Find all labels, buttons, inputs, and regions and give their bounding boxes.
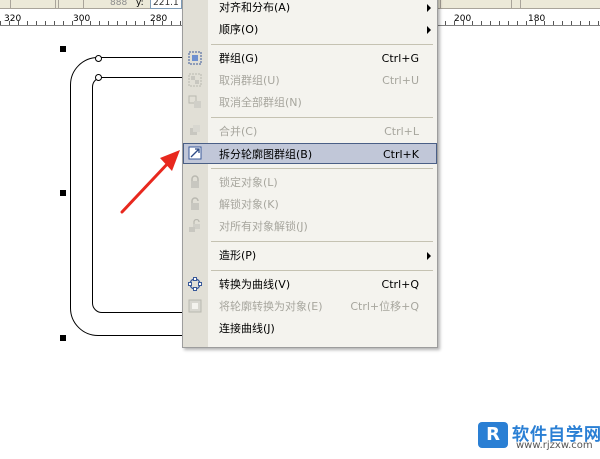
submenu-arrow-icon [427,4,431,12]
menu-item-shortcut: Ctrl+Q [381,278,419,291]
menu-item-join-curves[interactable]: 连接曲线(J) [183,318,437,339]
ruler-ticks [0,21,182,25]
menu-item-shaping[interactable]: 造形(P) [183,245,437,266]
menu-item-label: 造形(P) [219,249,257,262]
context-menu: 对齐和分布(A) 顺序(O) 群组(G) Ctrl+G 取消群组(U) Ctrl… [182,0,438,348]
ungroup-all-icon [188,95,201,108]
menu-item-label: 取消群组(U) [219,74,280,87]
watermark-url: www.rjzxw.com [516,440,593,451]
group-icon [188,51,202,65]
menu-separator [211,44,433,45]
menu-item-order[interactable]: 顺序(O) [183,19,437,40]
unlock-icon [191,197,199,210]
menu-item-label: 取消全部群组(N) [219,96,302,109]
submenu-arrow-icon [427,26,431,34]
horizontal-ruler-right: 200 180 [436,9,600,26]
y-label: y: [136,0,144,8]
menu-item-label: 解锁对象(K) [219,198,279,211]
menu-item-shortcut: Ctrl+K [382,148,419,161]
menu-item-shortcut: Ctrl+位移+Q [350,300,419,313]
menu-separator [211,241,433,242]
unlock-all-icon [189,219,200,232]
menu-item-label: 将轮廓转换为对象(E) [219,300,323,313]
break-apart-icon [188,146,202,160]
outline-node[interactable] [95,74,102,81]
menu-item-shortcut: Ctrl+U [382,74,419,87]
selection-handle-top-left[interactable] [60,46,66,52]
ungroup-icon [188,73,202,87]
menu-item-shortcut: Ctrl+G [381,52,419,65]
menu-item-break-contour-group[interactable]: 拆分轮廓图群组(B) Ctrl+K [183,143,437,164]
property-field-far-right[interactable] [520,0,600,9]
ruler-ticks [436,21,600,25]
horizontal-ruler-left: 320 300 280 [0,9,182,26]
combine-icon [190,125,200,135]
menu-item-align-distribute[interactable]: 对齐和分布(A) [183,0,437,18]
y-position-input[interactable]: 221.1 [150,0,182,9]
menu-item-combine[interactable]: 合并(C) Ctrl+L [183,121,437,142]
menu-item-label: 拆分轮廓图群组(B) [219,148,313,161]
menu-item-group[interactable]: 群组(G) Ctrl+G [183,48,437,69]
property-field-right[interactable] [440,0,512,9]
menu-item-label: 顺序(O) [219,23,259,36]
obscured-field-text: 888 [110,0,128,8]
menu-separator [211,117,433,118]
menu-item-unlock-all[interactable]: 对所有对象解锁(J) [183,216,437,237]
submenu-arrow-icon [427,252,431,260]
menu-item-ungroup[interactable]: 取消群组(U) Ctrl+U [183,70,437,91]
menu-item-label: 对齐和分布(A) [219,1,291,14]
menu-item-shortcut: Ctrl+L [384,125,419,138]
y-position-value: 221.1 [153,0,179,8]
selection-handle-middle-left[interactable] [60,190,66,196]
menu-item-outline-to-object[interactable]: 将轮廓转换为对象(E) Ctrl+位移+Q [183,296,437,317]
watermark-logo-icon: R [478,422,508,448]
outline-node[interactable] [95,55,102,62]
menu-item-label: 锁定对象(L) [219,176,278,189]
menu-item-unlock-object[interactable]: 解锁对象(K) [183,194,437,215]
menu-item-label: 合并(C) [219,125,258,138]
menu-separator [211,168,433,169]
menu-item-ungroup-all[interactable]: 取消全部群组(N) [183,92,437,113]
menu-item-label: 转换为曲线(V) [219,278,291,291]
lock-icon [191,175,199,188]
position-field-extra[interactable] [58,0,84,9]
outline-to-object-icon [188,299,202,313]
menu-separator [211,270,433,271]
site-watermark: R 软件自学网 www.rjzxw.com [478,420,600,454]
convert-to-curves-icon [188,277,202,291]
position-x-field[interactable] [10,0,56,9]
menu-item-label: 连接曲线(J) [219,322,275,335]
menu-item-convert-to-curves[interactable]: 转换为曲线(V) Ctrl+Q [183,274,437,295]
selection-handle-bottom-left[interactable] [60,335,66,341]
menu-item-label: 对所有对象解锁(J) [219,220,308,233]
menu-item-label: 群组(G) [219,52,259,65]
menu-item-lock-object[interactable]: 锁定对象(L) [183,172,437,193]
